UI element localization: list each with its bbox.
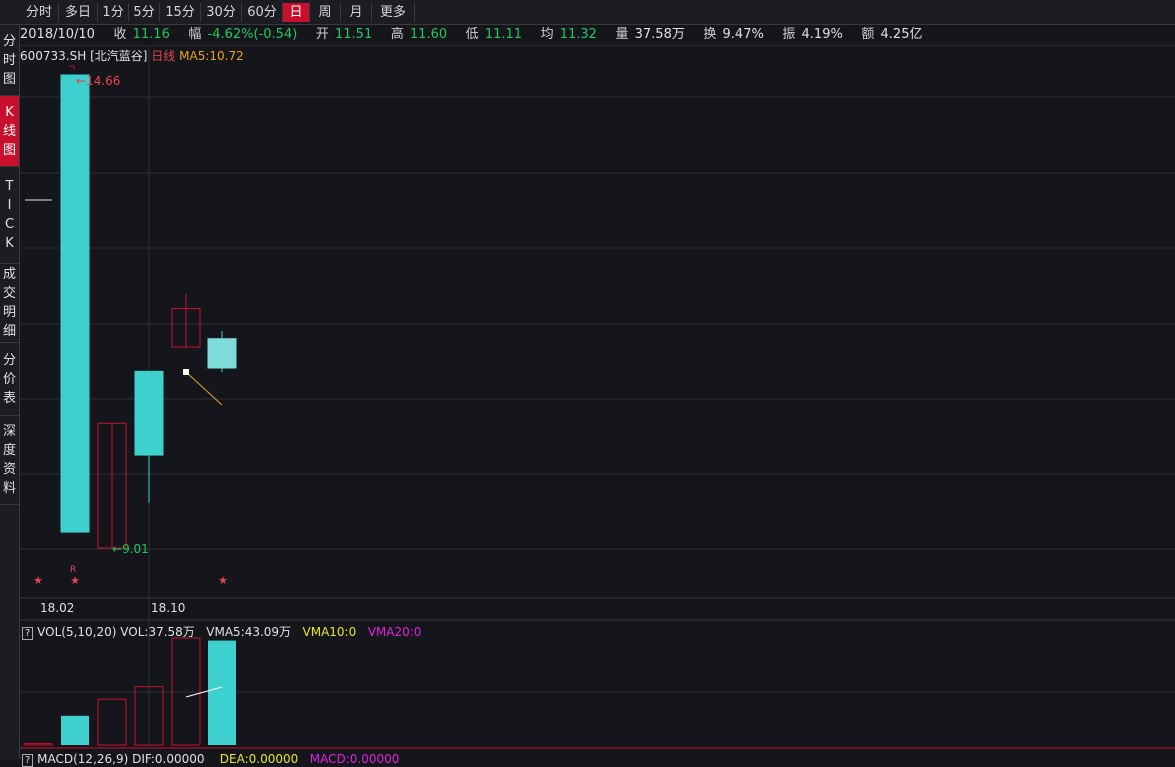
kline-header: 600733.SH [北汽蓝谷] 日线 MA5:10.72	[20, 47, 244, 64]
ma5-value: MA5:10.72	[179, 49, 244, 63]
volume-bar	[23, 743, 53, 746]
event-star-icon[interactable]: ★	[33, 574, 43, 587]
period-label: 日线	[151, 49, 176, 63]
volume-bar	[97, 698, 127, 746]
vol-help-button[interactable]: ?	[22, 627, 34, 640]
candle-body	[207, 338, 237, 369]
candle-body	[134, 370, 164, 456]
macd-header: ? MACD(12,26,9) DIF:0.00000 DEA:0.00000 …	[22, 752, 400, 767]
max-price-value: 14.66	[86, 74, 121, 88]
event-star-icon[interactable]: ★	[218, 574, 228, 587]
event-star-icon[interactable]: ★	[70, 574, 80, 587]
max-price-label: ←14.66	[76, 74, 121, 88]
x-axis-label: 18.02	[40, 601, 75, 615]
dea-value: DEA:0.00000	[219, 752, 299, 766]
min-price-label: ←9.01	[112, 542, 149, 556]
volume-bar	[61, 715, 89, 745]
macd-help-button[interactable]: ?	[22, 754, 34, 767]
volume-bar	[208, 640, 236, 745]
ma5-point	[183, 369, 189, 375]
min-price-value: 9.01	[122, 542, 149, 556]
vol-header: ? VOL(5,10,20) VOL:37.58万 VMA5:43.09万 VM…	[22, 623, 421, 640]
kline-chart[interactable]: ★ ★ ★	[0, 0, 1175, 759]
marker-r: R	[70, 565, 77, 575]
vol-value: VOL:37.58万	[120, 625, 195, 639]
stock-symbol: 600733.SH [北汽蓝谷]	[20, 49, 148, 63]
x-axis-label: 18.10	[151, 601, 186, 615]
vol-params: VOL(5,10,20)	[37, 625, 117, 639]
ma5-line	[185, 371, 223, 406]
vma10-value: VMA10:0	[302, 625, 357, 639]
macd-params: MACD(12,26,9)	[37, 752, 129, 766]
vma5-value: VMA5:43.09万	[206, 625, 292, 639]
macd-value: MACD:0.00000	[309, 752, 400, 766]
candle-body	[60, 74, 90, 533]
dif-value: DIF:0.00000	[132, 752, 205, 766]
vma20-value: VMA20:0	[367, 625, 422, 639]
